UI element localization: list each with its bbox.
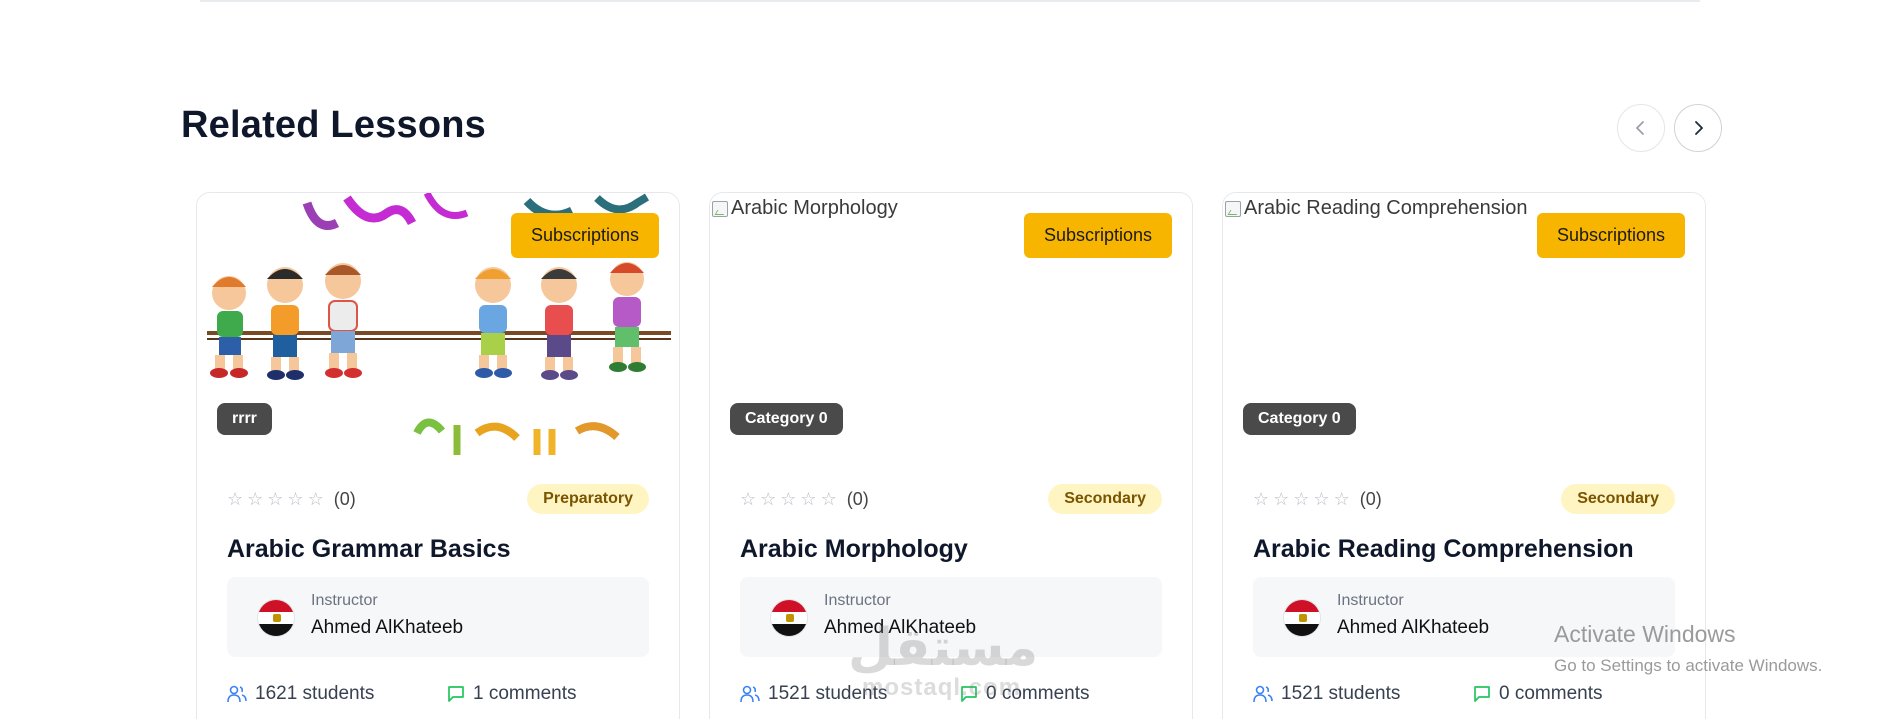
egypt-flag-icon bbox=[1283, 599, 1321, 637]
level-badge: Secondary bbox=[1561, 484, 1675, 514]
star-icon: ☆ bbox=[247, 489, 264, 509]
comment-icon bbox=[1474, 686, 1490, 702]
level-badge: Secondary bbox=[1048, 484, 1162, 514]
activation-subtitle: Go to Settings to activate Windows. bbox=[1554, 656, 1823, 675]
rating-count: (0) bbox=[333, 488, 356, 509]
instructor-label: Instructor bbox=[1337, 592, 1404, 609]
star-icon: ☆ bbox=[307, 489, 324, 509]
instructor-label: Instructor bbox=[824, 592, 891, 609]
lesson-title[interactable]: Arabic Reading Comprehension bbox=[1253, 535, 1634, 564]
rating-stars: ☆ ☆ ☆ ☆ ☆ bbox=[740, 490, 837, 508]
star-icon: ☆ bbox=[1313, 489, 1330, 509]
image-alt-text: Arabic Reading Comprehension bbox=[1244, 197, 1528, 219]
broken-image-icon bbox=[1225, 200, 1241, 217]
rating-stars: ☆ ☆ ☆ ☆ ☆ bbox=[227, 490, 324, 508]
egypt-flag-icon bbox=[257, 599, 295, 637]
students-stat: 1521 students bbox=[1253, 683, 1473, 705]
rating-row: ☆ ☆ ☆ ☆ ☆ (0) Preparatory bbox=[227, 483, 649, 515]
instructor-box: Instructor Ahmed AlKhateeb bbox=[227, 577, 649, 657]
category-badge[interactable]: rrrr bbox=[217, 403, 272, 435]
rating-count: (0) bbox=[846, 488, 869, 509]
instructor-label: Instructor bbox=[311, 592, 378, 609]
users-icon bbox=[740, 685, 760, 703]
lesson-title[interactable]: Arabic Grammar Basics bbox=[227, 535, 510, 564]
comments-count: 1 comments bbox=[473, 683, 577, 704]
chevron-left-icon bbox=[1636, 121, 1644, 135]
subscription-badge: Subscriptions bbox=[1536, 213, 1685, 258]
star-icon: ☆ bbox=[780, 489, 797, 509]
subscription-badge: Subscriptions bbox=[1023, 213, 1172, 258]
star-icon: ☆ bbox=[287, 489, 304, 509]
site-watermark-url: mostaql.com bbox=[862, 674, 1022, 701]
rating-stars: ☆ ☆ ☆ ☆ ☆ bbox=[1253, 490, 1350, 508]
windows-activation-notice: Activate Windows Go to Settings to activ… bbox=[1554, 621, 1822, 676]
star-icon: ☆ bbox=[1273, 489, 1290, 509]
star-icon: ☆ bbox=[1333, 489, 1350, 509]
lesson-title[interactable]: Arabic Morphology bbox=[740, 535, 968, 564]
star-icon: ☆ bbox=[227, 489, 244, 509]
lesson-card[interactable]: Subscriptions rrrr ☆ ☆ ☆ ☆ ☆ (0) Prepara… bbox=[196, 192, 680, 719]
instructor-name[interactable]: Ahmed AlKhateeb bbox=[1337, 617, 1489, 639]
lesson-thumbnail[interactable]: Arabic Reading Comprehension Subscriptio… bbox=[1223, 193, 1705, 455]
section-title: Related Lessons bbox=[181, 104, 486, 146]
subscription-badge: Subscriptions bbox=[510, 213, 659, 258]
star-icon: ☆ bbox=[1253, 489, 1270, 509]
activation-title: Activate Windows bbox=[1554, 621, 1736, 647]
rating-row: ☆ ☆ ☆ ☆ ☆ (0) Secondary bbox=[1253, 483, 1675, 515]
rating-count: (0) bbox=[1359, 488, 1382, 509]
header-shadow-divider bbox=[200, 0, 1700, 2]
star-icon: ☆ bbox=[267, 489, 284, 509]
broken-image: Arabic Reading Comprehension bbox=[1225, 197, 1528, 220]
rating-row: ☆ ☆ ☆ ☆ ☆ (0) Secondary bbox=[740, 483, 1162, 515]
lesson-thumbnail[interactable]: Arabic Morphology Subscriptions Category… bbox=[710, 193, 1192, 455]
users-icon bbox=[1253, 685, 1273, 703]
students-stat: 1621 students bbox=[227, 683, 447, 705]
broken-image-icon bbox=[712, 200, 728, 217]
broken-image: Arabic Morphology bbox=[712, 197, 898, 220]
category-badge[interactable]: Category 0 bbox=[730, 403, 843, 435]
star-icon: ☆ bbox=[1293, 489, 1310, 509]
star-icon: ☆ bbox=[740, 489, 757, 509]
comments-stat: 1 comments bbox=[447, 683, 576, 705]
star-icon: ☆ bbox=[800, 489, 817, 509]
image-alt-text: Arabic Morphology bbox=[731, 197, 898, 219]
students-count: 1621 students bbox=[255, 683, 375, 704]
instructor-name[interactable]: Ahmed AlKhateeb bbox=[311, 617, 463, 639]
site-watermark: مستقل bbox=[848, 619, 1039, 677]
egypt-flag-icon bbox=[770, 599, 808, 637]
lesson-thumbnail[interactable]: Subscriptions rrrr bbox=[197, 193, 679, 455]
comment-icon bbox=[448, 686, 464, 702]
lesson-meta: 1521 students 0 comments bbox=[1253, 679, 1675, 709]
level-badge: Preparatory bbox=[527, 484, 649, 514]
carousel-next-button[interactable] bbox=[1674, 104, 1722, 152]
comments-count: 0 comments bbox=[1499, 683, 1603, 704]
lesson-meta: 1621 students 1 comments bbox=[227, 679, 649, 709]
star-icon: ☆ bbox=[760, 489, 777, 509]
users-icon bbox=[227, 685, 247, 703]
chevron-right-icon bbox=[1695, 121, 1703, 135]
category-badge[interactable]: Category 0 bbox=[1243, 403, 1356, 435]
carousel-prev-button[interactable] bbox=[1617, 104, 1665, 152]
comments-stat: 0 comments bbox=[1473, 683, 1602, 705]
students-count: 1521 students bbox=[1281, 683, 1401, 704]
star-icon: ☆ bbox=[820, 489, 837, 509]
